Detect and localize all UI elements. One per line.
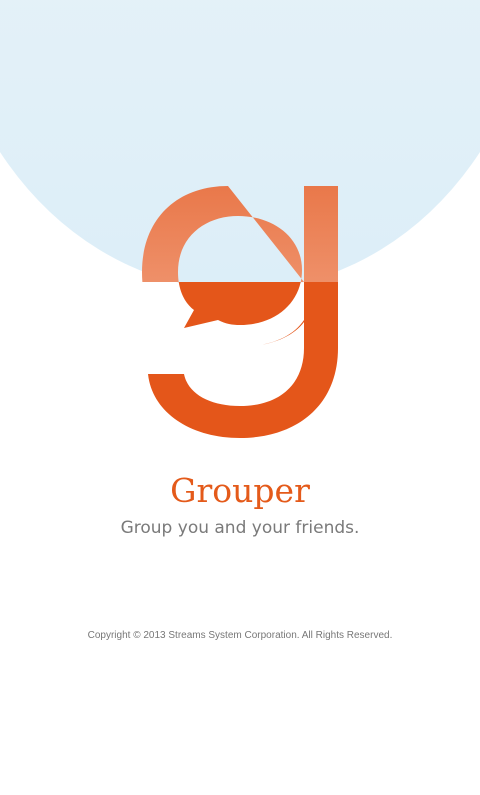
app-name: Grouper (170, 471, 310, 510)
copyright-notice: Copyright © 2013 Streams System Corporat… (87, 630, 393, 641)
splash-screen: Grouper Group you and your friends. Copy… (0, 0, 480, 795)
tagline: Group you and your friends. (120, 518, 360, 538)
grouper-logo-icon (142, 186, 338, 438)
